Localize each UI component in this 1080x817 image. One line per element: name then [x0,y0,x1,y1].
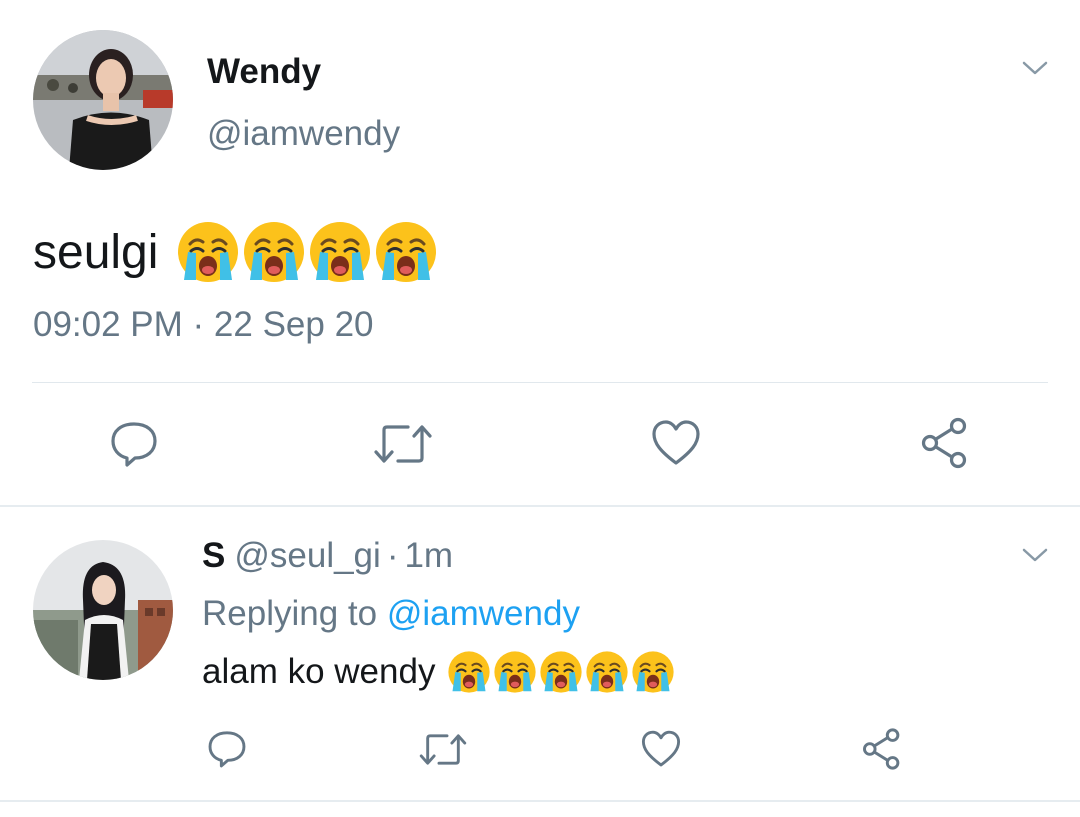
divider [32,382,1048,383]
share-icon[interactable] [918,416,972,470]
replying-mention-link[interactable]: @iamwendy [387,594,580,633]
chevron-down-icon[interactable] [1020,58,1050,78]
emoji-group [447,650,675,694]
reply-separator: · [386,536,399,575]
chevron-down-icon[interactable] [1020,545,1050,565]
share-icon[interactable] [860,727,904,771]
loudly-crying-face-icon [539,650,583,694]
reply-timestamp[interactable]: 1m [404,536,453,576]
loudly-crying-face-icon [493,650,537,694]
loudly-crying-face-icon [308,220,372,284]
loudly-crying-face-icon [631,650,675,694]
like-icon[interactable] [650,418,702,468]
loudly-crying-face-icon [242,220,306,284]
loudly-crying-face-icon [447,650,491,694]
loudly-crying-face-icon [585,650,629,694]
reply-tweet-text: alam ko wendy [202,650,675,694]
loudly-crying-face-icon [374,220,438,284]
tweet-separator [0,505,1080,507]
reply-display-name[interactable]: S [202,536,225,576]
avatar-photo [33,540,173,680]
replying-prefix: Replying to [202,594,378,633]
tweet-separator [0,800,1080,802]
reply-text-content: alam ko wendy [202,652,436,691]
like-icon[interactable] [640,729,682,769]
tweet-text: seulgi [33,220,438,284]
reply-user-handle[interactable]: @seul_gi [234,536,380,576]
user-handle[interactable]: @iamwendy [207,114,400,154]
avatar-photo [33,30,173,170]
avatar-seulgi[interactable] [33,540,173,680]
retweet-icon[interactable] [418,730,468,769]
loudly-crying-face-icon [176,220,240,284]
replying-to: Replying to @iamwendy [202,594,580,634]
emoji-group [176,220,438,284]
display-name[interactable]: Wendy [207,52,321,92]
reply-icon[interactable] [206,728,248,770]
retweet-icon[interactable] [372,420,434,468]
reply-header: S @seul_gi · 1m [202,536,453,576]
reply-icon[interactable] [108,418,160,470]
avatar-wendy[interactable] [33,30,173,170]
tweet-timestamp[interactable]: 09:02 PM · 22 Sep 20 [33,305,374,345]
tweet-text-content: seulgi [33,225,159,279]
